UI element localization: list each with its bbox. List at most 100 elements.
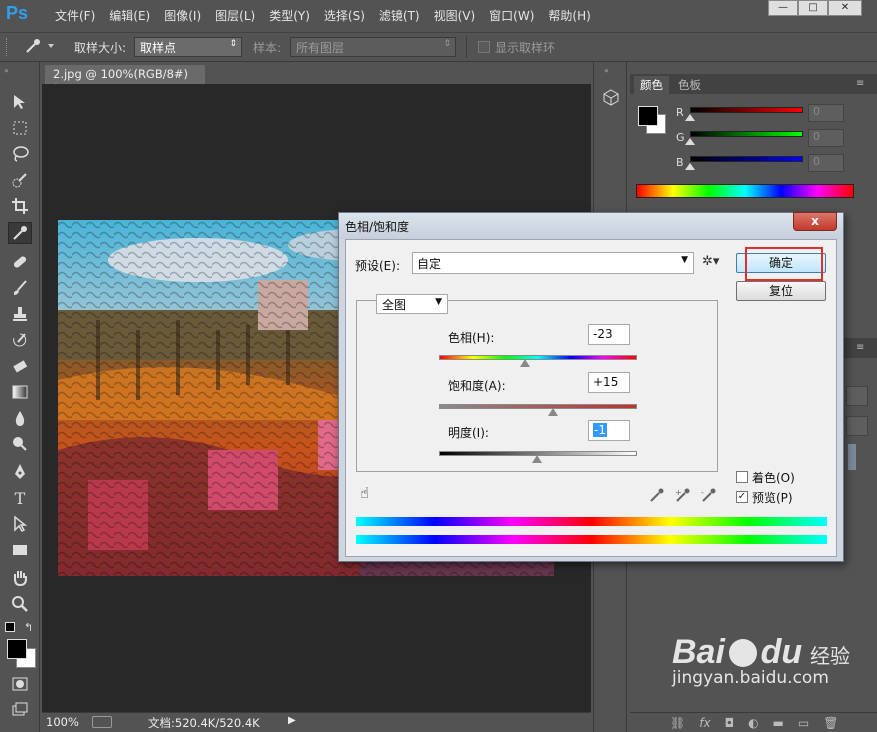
menu-file[interactable]: 文件(F) (48, 7, 102, 24)
menu-window[interactable]: 窗口(W) (482, 7, 541, 24)
range-select[interactable]: 全图 ▼ (376, 294, 448, 314)
saturation-label: 饱和度(A): (448, 379, 506, 393)
eyedropper-icon[interactable] (648, 486, 666, 504)
reset-button[interactable]: 复位 (736, 281, 826, 301)
chevron-down-icon: ▼ (681, 255, 688, 265)
stamp-tool-icon[interactable] (8, 304, 32, 326)
quick-mask-icon[interactable] (8, 674, 32, 696)
quick-select-tool-icon[interactable] (8, 170, 32, 192)
lightness-input[interactable]: -1 (588, 420, 630, 441)
fg-color-swatch[interactable] (638, 106, 658, 126)
minimize-button[interactable]: — (768, 0, 798, 16)
link-icon[interactable]: ⛓ (670, 716, 685, 730)
healing-brush-icon[interactable] (8, 252, 32, 274)
play-arrow-icon[interactable]: ▶ (288, 715, 296, 726)
tab-color[interactable]: 颜色 (634, 76, 669, 94)
panel-menu-icon[interactable]: ≡ (856, 342, 864, 353)
saturation-slider[interactable] (439, 404, 637, 409)
type-tool-icon[interactable]: T (8, 488, 32, 510)
blur-tool-icon[interactable] (8, 408, 32, 430)
panel-dropdown[interactable] (846, 416, 868, 436)
eraser-tool-icon[interactable] (8, 356, 32, 378)
b-slider-thumb[interactable] (685, 163, 695, 170)
b-slider[interactable] (690, 156, 803, 162)
mask-icon[interactable]: ◘ (725, 716, 735, 730)
lightness-slider-thumb[interactable] (532, 455, 542, 463)
menu-type[interactable]: 类型(Y) (262, 7, 317, 24)
dialog-close-button[interactable]: x (793, 212, 837, 231)
collapse-arrows-icon[interactable]: » (4, 66, 9, 75)
eyedropper-preset-icon[interactable] (22, 36, 44, 56)
hue-slider[interactable] (439, 355, 637, 360)
document-tab[interactable]: 2.jpg @ 100%(RGB/8#) * × (45, 65, 205, 95)
preset-label: 预设(E): (355, 259, 400, 273)
foreground-color-swatch[interactable] (7, 639, 27, 659)
chevron-down-icon[interactable] (48, 44, 54, 48)
g-value[interactable]: 0 (808, 129, 844, 147)
new-layer-icon[interactable]: ▭ (798, 716, 809, 730)
panel-menu-icon[interactable]: ≡ (856, 78, 864, 89)
menu-edit[interactable]: 编辑(E) (102, 7, 157, 24)
layer-highlight (848, 444, 856, 470)
close-button[interactable]: ✕ (828, 0, 862, 16)
collapse-arrows-icon[interactable]: « (604, 66, 609, 75)
g-slider-thumb[interactable] (685, 138, 695, 145)
sample-size-select[interactable]: 取样点 ⇕ (134, 37, 242, 57)
gradient-tool-icon[interactable] (8, 382, 32, 404)
marquee-tool-icon[interactable] (8, 118, 32, 140)
sample-select[interactable]: 所有图层 ⇕ (290, 37, 456, 57)
eyedropper-minus-icon[interactable]: - (700, 486, 718, 504)
history-brush-icon[interactable] (8, 330, 32, 352)
menu-filter[interactable]: 滤镜(T) (372, 7, 427, 24)
preset-select[interactable]: 自定 ▼ (412, 252, 694, 274)
hand-tool-icon[interactable] (8, 568, 32, 590)
r-slider[interactable] (690, 107, 803, 113)
move-tool-icon[interactable] (8, 92, 32, 114)
status-icon (92, 716, 112, 728)
path-select-icon[interactable] (8, 514, 32, 536)
menu-view[interactable]: 视图(V) (427, 7, 483, 24)
dodge-tool-icon[interactable] (8, 434, 32, 456)
saturation-slider-thumb[interactable] (547, 408, 558, 416)
3d-cube-icon[interactable] (602, 88, 620, 106)
channel-r-label: R (676, 106, 684, 119)
g-slider[interactable] (690, 131, 803, 137)
hue-slider-thumb[interactable] (520, 359, 531, 367)
hue-input[interactable]: -23 (588, 324, 630, 345)
crop-tool-icon[interactable] (8, 196, 32, 218)
color-spectrum-bar[interactable] (636, 184, 854, 198)
fx-icon[interactable]: fx (699, 716, 710, 730)
shape-tool-icon[interactable] (8, 540, 32, 562)
restore-button[interactable]: □ (798, 0, 828, 16)
pen-tool-icon[interactable] (8, 462, 32, 484)
colorize-checkbox[interactable] (736, 471, 748, 483)
sample-size-label: 取样大小: (74, 41, 127, 55)
brush-tool-icon[interactable] (8, 278, 32, 300)
r-value[interactable]: 0 (808, 104, 844, 122)
adjustment-icon[interactable]: ◐ (748, 716, 758, 730)
screen-mode-icon[interactable] (8, 700, 32, 722)
menu-layer[interactable]: 图层(L) (208, 7, 262, 24)
folder-icon[interactable]: ▬ (773, 716, 784, 730)
hand-adjust-icon[interactable]: ☝ (360, 484, 380, 504)
chevron-down-icon: ▼ (435, 297, 442, 307)
saturation-input[interactable]: +15 (588, 372, 630, 393)
eyedropper-plus-icon[interactable]: + (674, 486, 692, 504)
lasso-tool-icon[interactable] (8, 144, 32, 166)
show-ring-checkbox[interactable] (478, 41, 490, 53)
preview-checkbox[interactable]: ✓ (736, 491, 748, 503)
zoom-level[interactable]: 100% (46, 715, 79, 729)
swap-colors-icon[interactable]: ↰ (24, 621, 33, 634)
eyedropper-tool-icon[interactable] (8, 222, 32, 244)
gear-icon[interactable]: ✲▾ (702, 254, 719, 269)
r-slider-thumb[interactable] (685, 114, 695, 121)
menu-image[interactable]: 图像(I) (157, 7, 208, 24)
b-value[interactable]: 0 (808, 154, 844, 172)
zoom-tool-icon[interactable] (8, 594, 32, 616)
tab-swatches[interactable]: 色板 (672, 76, 707, 94)
menu-select[interactable]: 选择(S) (317, 7, 372, 24)
menu-help[interactable]: 帮助(H) (541, 7, 597, 24)
panel-dropdown[interactable] (846, 386, 868, 406)
default-colors-icon[interactable] (5, 622, 15, 632)
trash-icon[interactable]: 🗑 (823, 716, 838, 730)
